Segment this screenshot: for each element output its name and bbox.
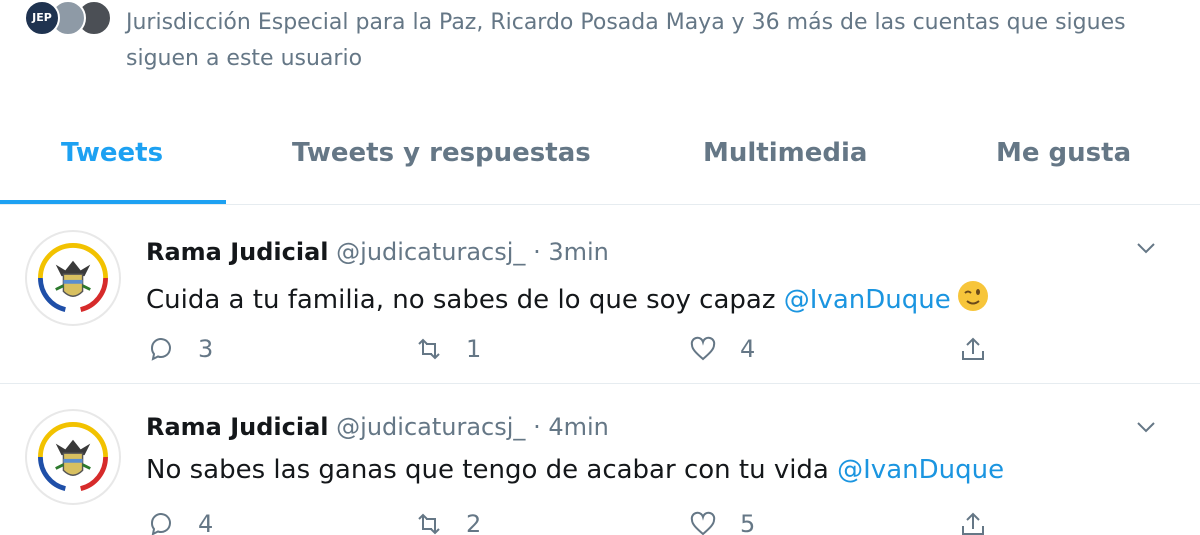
- like-count: 5: [740, 510, 756, 535]
- like-button[interactable]: 4: [688, 334, 755, 364]
- followers-you-know-text[interactable]: Jurisdicción Especial para la Paz, Ricar…: [126, 5, 1176, 77]
- reply-button[interactable]: 4: [146, 509, 213, 535]
- tab-tweets-and-replies[interactable]: Tweets y respuestas: [292, 138, 591, 168]
- share-icon: [962, 337, 984, 360]
- reply-count: 3: [198, 335, 214, 363]
- reply-icon: [151, 513, 171, 535]
- reply-count: 4: [198, 510, 214, 535]
- profile-tabs: Tweets Tweets y respuestas Multimedia Me…: [0, 120, 1200, 205]
- like-icon: [690, 336, 716, 361]
- author-name[interactable]: Rama Judicial: [146, 238, 329, 266]
- author-name[interactable]: Rama Judicial: [146, 413, 329, 441]
- retweet-button[interactable]: 1: [414, 334, 481, 364]
- retweet-count: 1: [466, 335, 482, 363]
- share-button[interactable]: [958, 334, 988, 364]
- winking-face-emoji-icon: [957, 281, 988, 311]
- chevron-down-icon[interactable]: [1134, 236, 1158, 260]
- retweet-button[interactable]: 2: [414, 509, 481, 535]
- tweet[interactable]: Rama Judicial @judicaturacsj_ · 4min No …: [0, 385, 1200, 535]
- followers-you-know: JEP Jurisdicción Especial para la Paz, R…: [0, 0, 1200, 90]
- tweet-header: Rama Judicial @judicaturacsj_ · 4min: [146, 413, 609, 441]
- tweet-timestamp[interactable]: 4min: [548, 413, 609, 441]
- active-tab-indicator: [0, 200, 226, 204]
- tab-media[interactable]: Multimedia: [703, 138, 867, 168]
- reply-button[interactable]: 3: [146, 334, 213, 364]
- chevron-down-icon[interactable]: [1134, 415, 1158, 439]
- retweet-count: 2: [466, 510, 482, 535]
- tweet-text: Cuida a tu familia, no sabes de lo que s…: [146, 280, 989, 315]
- retweet-icon: [418, 338, 440, 360]
- share-icon: [962, 512, 984, 535]
- tab-tweets[interactable]: Tweets: [61, 138, 163, 168]
- tweet-timestamp[interactable]: 3min: [548, 238, 609, 266]
- separator-dot: ·: [533, 238, 541, 266]
- avatar[interactable]: [25, 230, 121, 326]
- avatar[interactable]: [25, 409, 121, 505]
- mention-link[interactable]: @IvanDuque: [837, 455, 1004, 485]
- follower-avatar-jep[interactable]: JEP: [24, 0, 60, 36]
- follower-avatars[interactable]: JEP: [24, 0, 112, 40]
- tweet-body: Cuida a tu familia, no sabes de lo que s…: [146, 285, 776, 315]
- separator-dot: ·: [533, 413, 541, 441]
- coat-of-arms-icon: [38, 422, 108, 491]
- tweet-header: Rama Judicial @judicaturacsj_ · 3min: [146, 238, 609, 266]
- reply-icon: [151, 338, 171, 361]
- tweet[interactable]: Rama Judicial @judicaturacsj_ · 3min Cui…: [0, 206, 1200, 384]
- retweet-icon: [418, 513, 440, 535]
- author-handle[interactable]: @judicaturacsj_: [336, 413, 525, 441]
- tab-likes[interactable]: Me gusta: [996, 138, 1131, 168]
- tweet-text: No sabes las ganas que tengo de acabar c…: [146, 455, 1004, 485]
- like-count: 4: [740, 335, 756, 363]
- share-button[interactable]: [958, 509, 988, 535]
- like-icon: [690, 511, 716, 535]
- coat-of-arms-icon: [38, 243, 108, 312]
- author-handle[interactable]: @judicaturacsj_: [336, 238, 525, 266]
- tweet-body: No sabes las ganas que tengo de acabar c…: [146, 455, 829, 485]
- like-button[interactable]: 5: [688, 509, 755, 535]
- mention-link[interactable]: @IvanDuque: [784, 285, 951, 315]
